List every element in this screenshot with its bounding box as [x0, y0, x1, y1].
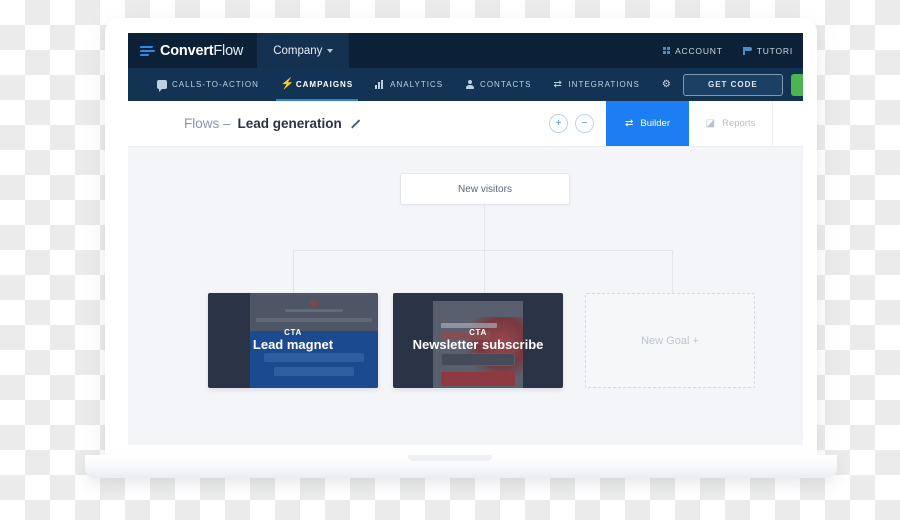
- nav-label-integrations: INTEGRATIONS: [568, 80, 640, 89]
- connector-drop-left: [293, 250, 294, 293]
- connector-drop-mid: [484, 250, 485, 293]
- flow-card-newsletter-subscribe[interactable]: CTA Newsletter subscribe: [393, 293, 563, 388]
- flow-title-group: Flows – Lead generation: [128, 116, 360, 131]
- new-goal-label: New Goal +: [641, 334, 699, 347]
- flow-node-new-visitors-label: New visitors: [458, 183, 512, 195]
- card-type-badge: CTA: [284, 328, 302, 338]
- breadcrumb[interactable]: Flows –: [184, 116, 231, 131]
- card-overlay: CTA Newsletter subscribe: [393, 293, 563, 388]
- flow-canvas[interactable]: New visitors CTA Lead magnet CTA Newslet…: [128, 147, 803, 445]
- account-menu-label: ACCOUNT: [675, 45, 723, 56]
- nav-item-calls-to-action[interactable]: CALLS-TO-ACTION: [146, 68, 270, 101]
- nav-label-campaigns: CAMPAIGNS: [295, 80, 354, 89]
- get-code-button[interactable]: GET CODE: [682, 73, 783, 96]
- card-overlay: CTA Lead magnet: [208, 293, 378, 388]
- tab-builder-label: Builder: [640, 118, 670, 129]
- nav-actions: GET CODE CR: [682, 73, 803, 96]
- nav-item-contacts[interactable]: CONTACTS: [454, 68, 542, 101]
- connector-trunk: [484, 203, 485, 250]
- shuffle-icon: ⇄: [625, 117, 634, 129]
- chat-icon: [157, 80, 167, 92]
- connector-drop-right: [672, 250, 673, 293]
- company-switcher-label: Company: [273, 44, 323, 57]
- nav-item-integrations[interactable]: ⇄ INTEGRATIONS: [542, 68, 650, 101]
- tutorials-menu[interactable]: TUTORI: [742, 45, 793, 56]
- new-goal-placeholder[interactable]: New Goal +: [585, 293, 755, 388]
- flow-node-new-visitors[interactable]: New visitors: [400, 173, 570, 205]
- nav-label-contacts: CONTACTS: [480, 80, 532, 89]
- brand-name-light: Flow: [213, 42, 244, 59]
- flow-card-lead-magnet[interactable]: CTA Lead magnet: [208, 293, 378, 388]
- tab-reports[interactable]: ◪ Reports: [689, 101, 772, 146]
- flow-toolbar: Flows – Lead generation + − ⇄ Builder ◪ …: [128, 101, 803, 147]
- chevron-down-icon: [327, 48, 334, 53]
- shuffle-icon: ⇄: [553, 79, 563, 90]
- bolt-icon: ⚡: [280, 78, 296, 90]
- top-bar: ConvertFlow Company ACCOUNT TUTORI: [128, 33, 803, 68]
- main-nav: CALLS-TO-ACTION ⚡ CAMPAIGNS ANALYTICS CO…: [128, 68, 803, 102]
- flag-icon: [742, 46, 752, 55]
- tab-builder[interactable]: ⇄ Builder: [606, 101, 689, 146]
- flow-toolbar-right: + − ⇄ Builder ◪ Reports: [549, 101, 803, 146]
- company-switcher[interactable]: Company: [257, 33, 350, 68]
- account-menu[interactable]: ACCOUNT: [662, 45, 723, 56]
- convertflow-logo-icon: [139, 45, 156, 57]
- card-title: Newsletter subscribe: [412, 337, 544, 353]
- page-title: Lead generation: [237, 116, 342, 131]
- toolbar-spacer: [772, 101, 803, 146]
- zoom-controls: + −: [549, 101, 606, 146]
- tab-reports-label: Reports: [722, 118, 756, 129]
- gear-icon: ⚙: [661, 79, 672, 90]
- nav-item-campaigns[interactable]: ⚡ CAMPAIGNS: [270, 68, 364, 102]
- nav-item-analytics[interactable]: ANALYTICS: [364, 68, 454, 101]
- brand-logo-area[interactable]: ConvertFlow: [128, 33, 258, 68]
- bar-chart-icon: ◪: [705, 117, 716, 129]
- brand-name-bold: Convert: [160, 42, 214, 59]
- pencil-icon[interactable]: [349, 118, 360, 129]
- nav-item-settings[interactable]: ⚙: [651, 68, 683, 101]
- bar-chart-icon: [375, 80, 385, 89]
- zoom-out-button[interactable]: −: [575, 114, 594, 133]
- card-title: Lead magnet: [252, 337, 334, 353]
- card-type-badge: CTA: [469, 328, 487, 338]
- connector-bus: [293, 250, 673, 251]
- person-icon: [465, 80, 475, 89]
- zoom-in-button[interactable]: +: [549, 114, 568, 133]
- laptop-mockup: ConvertFlow Company ACCOUNT TUTORI CALLS…: [0, 0, 900, 520]
- nav-label-calls-to-action: CALLS-TO-ACTION: [172, 80, 259, 89]
- nav-label-analytics: ANALYTICS: [390, 80, 444, 89]
- app-screen: ConvertFlow Company ACCOUNT TUTORI CALLS…: [128, 33, 803, 445]
- laptop-base-notch: [408, 455, 492, 461]
- create-button[interactable]: CR: [790, 73, 803, 96]
- brand-name: ConvertFlow: [160, 43, 243, 59]
- top-bar-right: ACCOUNT TUTORI: [662, 45, 803, 56]
- tutorials-menu-label: TUTORI: [756, 45, 793, 56]
- grid-icon: [662, 46, 671, 55]
